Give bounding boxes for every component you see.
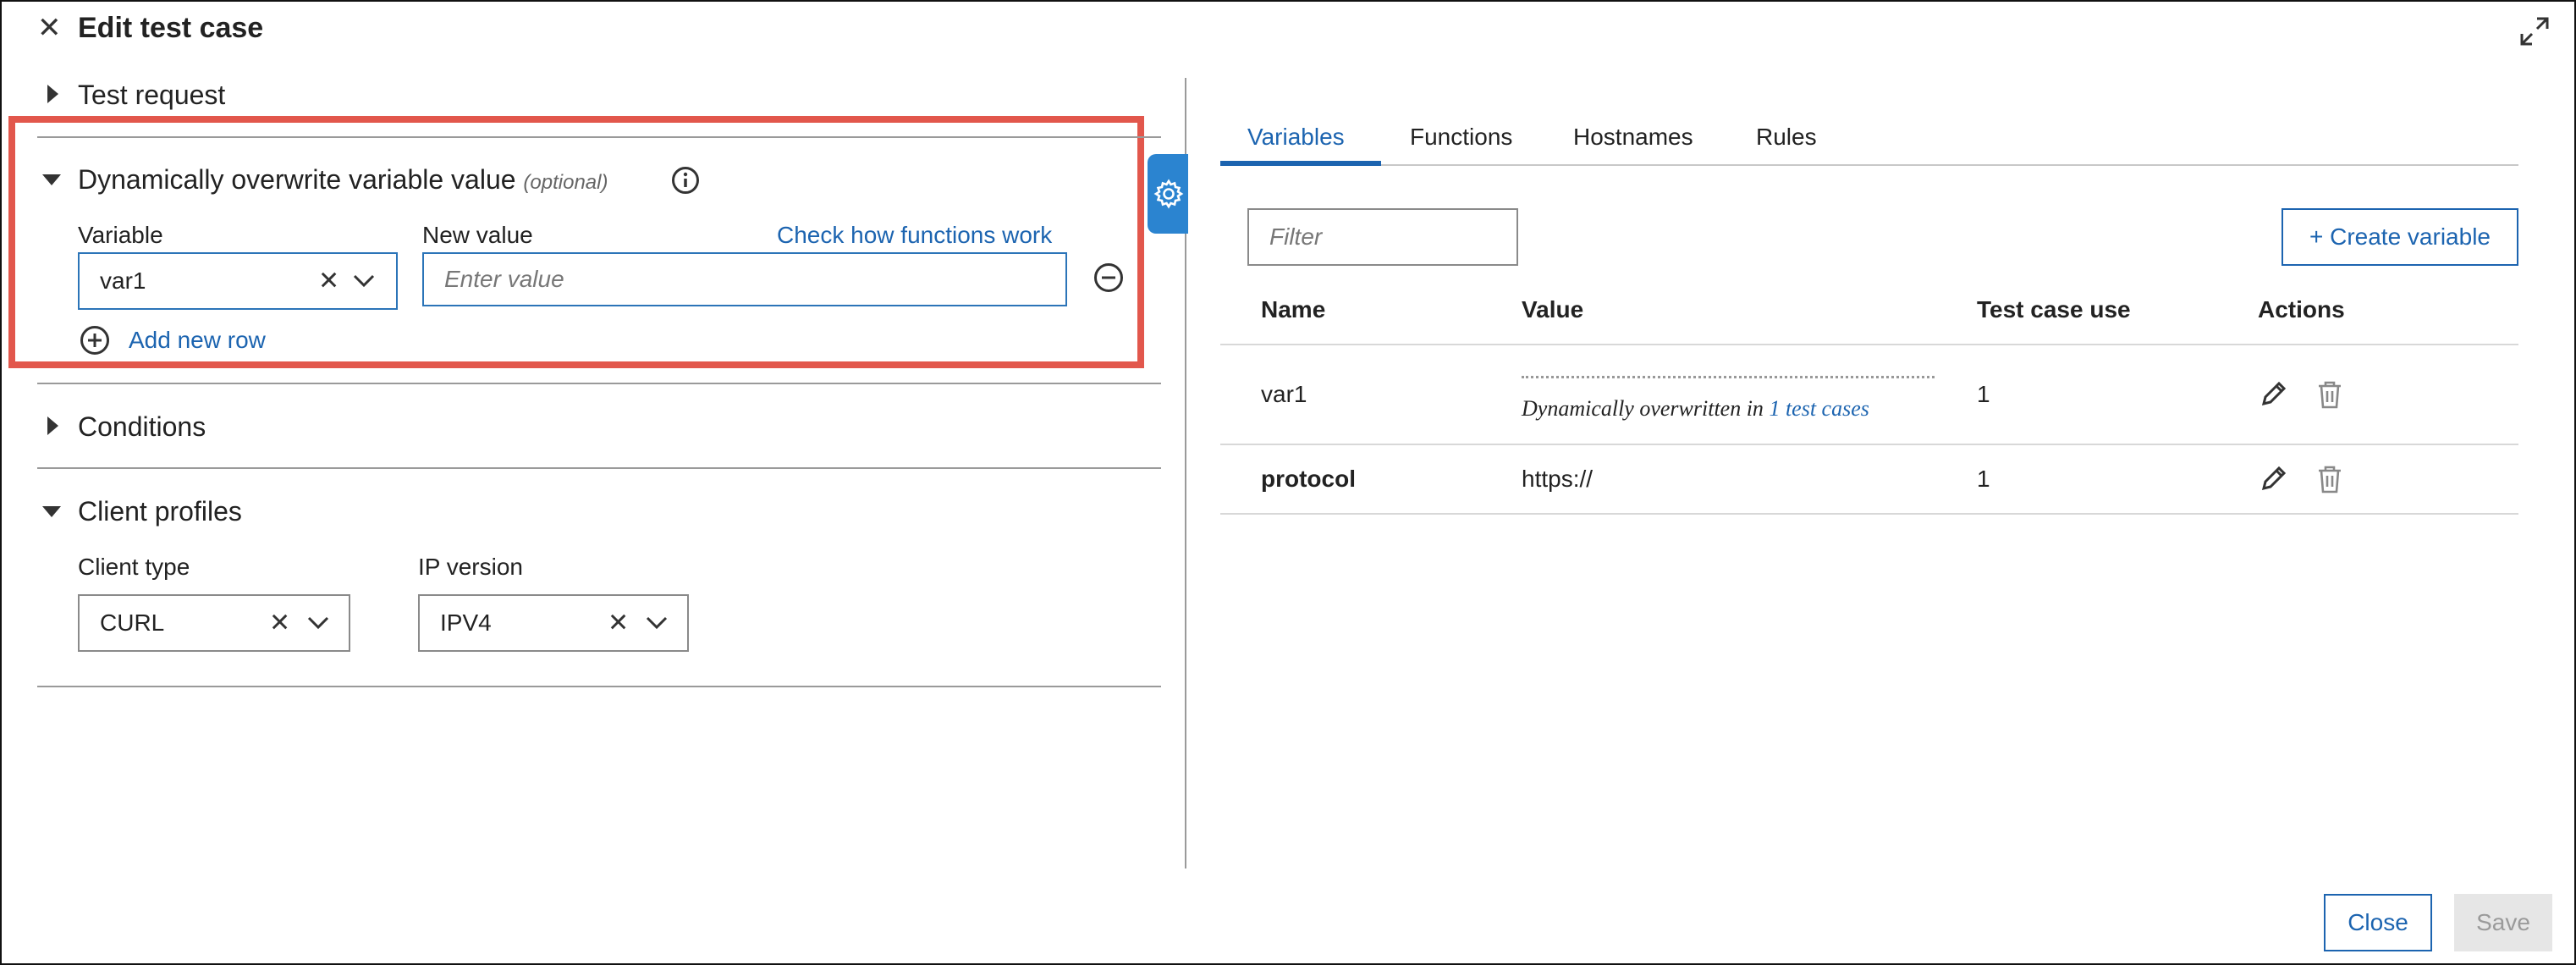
row-protocol-use: 1 xyxy=(1977,466,1990,492)
section-overwrite-title[interactable]: Dynamically overwrite variable value (op… xyxy=(78,164,608,196)
value-prefix: Dynamically overwritten in xyxy=(1522,396,1770,421)
clear-icon[interactable]: ✕ xyxy=(608,609,629,638)
header-test-case-use: Test case use xyxy=(1977,296,2131,323)
new-value-input[interactable] xyxy=(422,252,1067,306)
caret-down-icon[interactable] xyxy=(42,174,61,185)
create-variable-button[interactable]: + Create variable xyxy=(2282,208,2518,266)
row-protocol-name: protocol xyxy=(1261,466,1356,492)
save-button[interactable]: Save xyxy=(2454,894,2552,951)
clear-icon[interactable]: ✕ xyxy=(269,609,290,638)
divider xyxy=(37,467,1161,469)
value-dotted-line xyxy=(1522,376,1935,378)
client-type-value: CURL xyxy=(100,609,165,636)
expand-icon[interactable] xyxy=(2518,15,2551,47)
client-type-label: Client type xyxy=(78,554,190,580)
tab-variables[interactable]: Variables xyxy=(1247,124,1345,151)
variable-label: Variable xyxy=(78,222,163,248)
edit-icon[interactable] xyxy=(2260,464,2288,493)
variable-select[interactable]: var1 ✕ xyxy=(78,252,398,310)
ip-version-label: IP version xyxy=(418,554,523,580)
new-value-field[interactable] xyxy=(424,254,1065,305)
optional-label: (optional) xyxy=(523,171,608,194)
variable-select-value: var1 xyxy=(100,267,146,294)
test-cases-link[interactable]: 1 test cases xyxy=(1769,396,1869,421)
section-client-profiles[interactable]: Client profiles xyxy=(78,496,242,527)
close-button[interactable]: Close xyxy=(2324,894,2432,951)
section-test-request[interactable]: Test request xyxy=(78,80,225,111)
info-icon[interactable] xyxy=(671,166,700,195)
ip-version-select[interactable]: IPV4 ✕ xyxy=(418,594,689,652)
row-var1-value: Dynamically overwritten in 1 test cases xyxy=(1522,396,1869,422)
ip-version-value: IPV4 xyxy=(440,609,492,636)
filter-field[interactable] xyxy=(1249,210,1516,264)
row-var1-use: 1 xyxy=(1977,381,1990,407)
add-new-row-link[interactable]: Add new row xyxy=(129,327,266,354)
client-type-select[interactable]: CURL ✕ xyxy=(78,594,350,652)
divider xyxy=(37,383,1161,384)
row-divider xyxy=(1220,513,2518,515)
chevron-down-icon[interactable] xyxy=(306,609,330,637)
trash-icon[interactable] xyxy=(2315,379,2344,410)
caret-right-icon[interactable] xyxy=(47,85,58,103)
filter-input[interactable] xyxy=(1247,208,1518,266)
row-var1-name: var1 xyxy=(1261,381,1307,407)
chevron-down-icon[interactable] xyxy=(352,267,376,295)
clear-icon[interactable]: ✕ xyxy=(318,267,339,296)
add-circle-icon[interactable] xyxy=(80,325,110,356)
tab-rules[interactable]: Rules xyxy=(1756,124,1817,151)
functions-link[interactable]: Check how functions work xyxy=(777,222,1052,249)
edit-icon[interactable] xyxy=(2260,379,2288,408)
tab-functions[interactable]: Functions xyxy=(1410,124,1512,151)
new-value-label: New value xyxy=(422,222,533,248)
row-protocol-value: https:// xyxy=(1522,466,1593,492)
gear-icon xyxy=(1153,179,1184,209)
divider xyxy=(37,136,1161,138)
tabs-underline xyxy=(1220,164,2518,166)
remove-row-icon[interactable] xyxy=(1093,262,1124,293)
caret-down-icon[interactable] xyxy=(42,506,61,517)
close-icon[interactable]: ✕ xyxy=(37,14,62,42)
section-conditions[interactable]: Conditions xyxy=(78,411,206,443)
row-divider xyxy=(1220,444,2518,445)
settings-tab[interactable] xyxy=(1148,154,1188,234)
chevron-down-icon[interactable] xyxy=(645,609,669,637)
active-tab-indicator xyxy=(1220,161,1381,166)
caret-right-icon[interactable] xyxy=(47,416,58,435)
divider xyxy=(37,686,1161,687)
trash-icon[interactable] xyxy=(2315,464,2344,494)
header-value: Value xyxy=(1522,296,1584,323)
table-header-divider xyxy=(1220,344,2518,345)
header-actions: Actions xyxy=(2258,296,2345,323)
overwrite-label: Dynamically overwrite variable value xyxy=(78,164,516,195)
header-name: Name xyxy=(1261,296,1326,323)
tab-hostnames[interactable]: Hostnames xyxy=(1573,124,1693,151)
dialog-title: Edit test case xyxy=(78,12,264,44)
